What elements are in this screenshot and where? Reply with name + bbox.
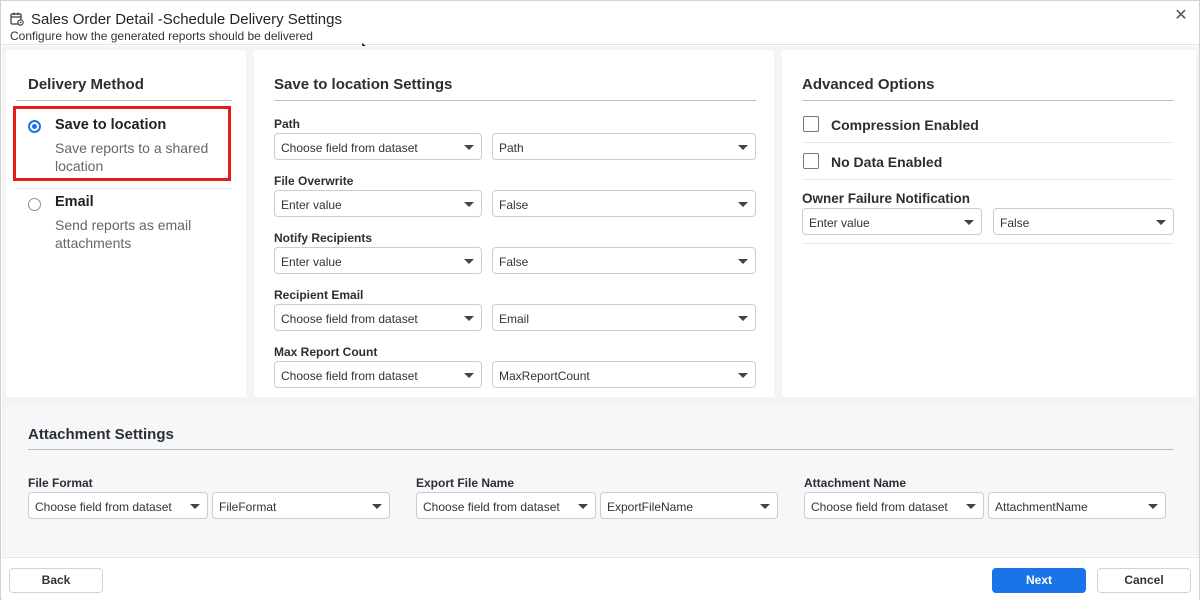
max-report-count-source-select[interactable]: Choose field from dataset	[274, 361, 482, 388]
divider	[802, 243, 1174, 244]
dialog-subtitle: Configure how the generated reports shou…	[10, 29, 313, 43]
chevron-down-icon	[464, 259, 474, 264]
attachment-name-value: AttachmentName	[995, 500, 1088, 514]
delivery-method-heading: Delivery Method	[28, 76, 144, 93]
attachment-name-label: Attachment Name	[804, 476, 907, 490]
divider	[802, 179, 1174, 180]
owner-failure-notification-label: Owner Failure Notification	[802, 191, 971, 206]
chevron-down-icon	[738, 259, 748, 264]
owner-failure-source-select[interactable]: Enter value	[802, 208, 982, 235]
path-value: Path	[499, 141, 524, 155]
dialog-title: Sales Order Detail -Schedule Delivery Se…	[31, 11, 342, 28]
location-settings-heading: Save to location Settings	[274, 76, 453, 93]
notify-recipients-value: False	[499, 255, 529, 269]
calendar-gear-icon	[10, 12, 24, 26]
cancel-button[interactable]: Cancel	[1097, 568, 1191, 593]
chevron-down-icon	[964, 220, 974, 225]
file-format-value: FileFormat	[219, 500, 277, 514]
notify-recipients-value-select[interactable]: False	[492, 247, 756, 274]
recipient-email-value: Email	[499, 312, 530, 326]
chevron-down-icon	[464, 373, 474, 378]
no-data-enabled-label: No Data Enabled	[831, 154, 943, 170]
owner-failure-value: False	[1000, 216, 1030, 230]
chevron-down-icon	[372, 504, 382, 509]
notify-recipients-source-select[interactable]: Enter value	[274, 247, 482, 274]
advanced-options-heading: Advanced Options	[802, 76, 935, 93]
attachment-name-value-select[interactable]: AttachmentName	[988, 492, 1166, 519]
email-radio[interactable]	[28, 198, 41, 211]
owner-failure-value-select[interactable]: False	[993, 208, 1174, 235]
chevron-down-icon	[464, 316, 474, 321]
file-overwrite-value-select[interactable]: False	[492, 190, 756, 217]
divider	[16, 100, 232, 101]
divider	[802, 142, 1174, 143]
max-report-count-value-select[interactable]: MaxReportCount	[492, 361, 756, 388]
recipient-email-label: Recipient Email	[274, 288, 364, 302]
chevron-down-icon	[1156, 220, 1166, 225]
path-source-value: Choose field from dataset	[281, 141, 418, 155]
export-file-name-source-value: Choose field from dataset	[423, 500, 560, 514]
chevron-down-icon	[738, 316, 748, 321]
chevron-down-icon	[738, 145, 748, 150]
file-overwrite-label: File Overwrite	[274, 174, 354, 188]
max-report-count-value: MaxReportCount	[499, 369, 590, 383]
notify-recipients-label: Notify Recipients	[274, 231, 373, 245]
recipient-email-source-select[interactable]: Choose field from dataset	[274, 304, 482, 331]
attachment-name-source-select[interactable]: Choose field from dataset	[804, 492, 984, 519]
file-format-source-select[interactable]: Choose field from dataset	[28, 492, 208, 519]
file-overwrite-source-value: Enter value	[281, 198, 342, 212]
export-file-name-label: Export File Name	[416, 476, 515, 490]
back-button[interactable]: Back	[9, 568, 103, 593]
max-report-count-source-value: Choose field from dataset	[281, 369, 418, 383]
file-format-label: File Format	[28, 476, 93, 490]
path-value-select[interactable]: Path	[492, 133, 756, 160]
chevron-down-icon	[464, 145, 474, 150]
chevron-down-icon	[190, 504, 200, 509]
chevron-down-icon	[738, 373, 748, 378]
selection-highlight-box	[13, 106, 231, 181]
email-label: Email	[55, 194, 94, 210]
export-file-name-value-select[interactable]: ExportFileName	[600, 492, 778, 519]
chevron-down-icon	[1148, 504, 1158, 509]
next-button[interactable]: Next	[992, 568, 1086, 593]
notify-recipients-source-value: Enter value	[281, 255, 342, 269]
file-overwrite-value: False	[499, 198, 529, 212]
no-data-enabled-checkbox[interactable]	[803, 153, 819, 169]
divider	[802, 100, 1174, 101]
file-format-value-select[interactable]: FileFormat	[212, 492, 390, 519]
divider	[16, 188, 232, 189]
chevron-down-icon	[738, 202, 748, 207]
file-overwrite-source-select[interactable]: Enter value	[274, 190, 482, 217]
dialog-body: Delivery Method Save to location Save re…	[2, 46, 1199, 556]
compression-enabled-checkbox[interactable]	[803, 116, 819, 132]
dialog-footer: Back Next Cancel	[2, 557, 1199, 600]
max-report-count-label: Max Report Count	[274, 345, 378, 359]
divider	[274, 100, 756, 101]
chevron-down-icon	[464, 202, 474, 207]
file-format-source-value: Choose field from dataset	[35, 500, 172, 514]
path-source-select[interactable]: Choose field from dataset	[274, 133, 482, 160]
recipient-email-source-value: Choose field from dataset	[281, 312, 418, 326]
dialog-header: Sales Order Detail -Schedule Delivery Se…	[1, 1, 1199, 45]
export-file-name-value: ExportFileName	[607, 500, 694, 514]
delivery-method-panel: Delivery Method Save to location Save re…	[6, 50, 246, 397]
close-icon[interactable]: ✕	[1173, 8, 1189, 24]
compression-enabled-label: Compression Enabled	[831, 117, 979, 133]
attachment-settings-panel: Attachment Settings File Format Choose f…	[6, 406, 1196, 556]
email-description: Send reports as email attachments	[55, 217, 192, 251]
recipient-email-value-select[interactable]: Email	[492, 304, 756, 331]
schedule-delivery-dialog: Sales Order Detail -Schedule Delivery Se…	[0, 0, 1200, 600]
divider	[28, 449, 1174, 450]
path-label: Path	[274, 117, 301, 131]
chevron-down-icon	[966, 504, 976, 509]
attachment-settings-heading: Attachment Settings	[28, 426, 174, 443]
chevron-down-icon	[760, 504, 770, 509]
location-settings-panel: Save to location Settings Path Choose fi…	[254, 50, 774, 397]
chevron-down-icon	[578, 504, 588, 509]
attachment-name-source-value: Choose field from dataset	[811, 500, 948, 514]
advanced-options-panel: Advanced Options Compression Enabled No …	[782, 50, 1196, 397]
owner-failure-source-value: Enter value	[809, 216, 870, 230]
export-file-name-source-select[interactable]: Choose field from dataset	[416, 492, 596, 519]
